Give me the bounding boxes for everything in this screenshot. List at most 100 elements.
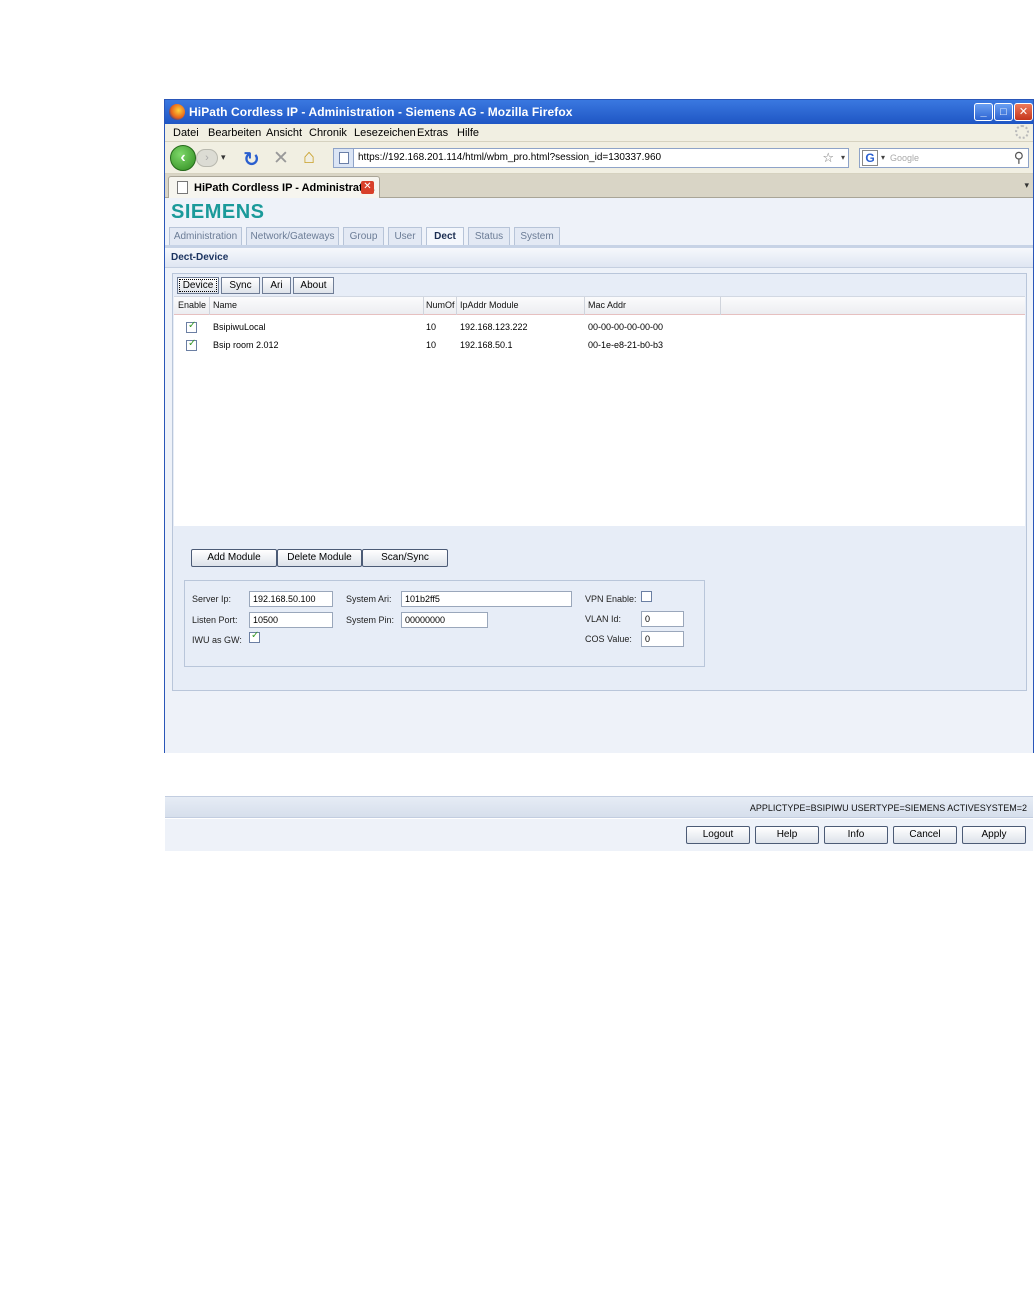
siemens-logo: SIEMENS (171, 201, 265, 223)
menu-ansicht[interactable]: Ansicht (266, 127, 302, 139)
browser-tab[interactable]: HiPath Cordless IP - Administrati... ✕ (168, 176, 380, 198)
server-ip-label: Server Ip: (192, 594, 232, 604)
subtab-sync[interactable]: Sync (221, 277, 260, 294)
module-mac: 00-00-00-00-00-00 (588, 322, 664, 332)
loading-throbber-icon (1015, 125, 1029, 139)
close-window-button[interactable]: ✕ (1014, 103, 1033, 121)
settings-group: Server Ip: 192.168.50.100 Listen Port: 1… (184, 580, 705, 667)
system-ari-input[interactable]: 101b2ff5 (401, 591, 572, 607)
device-panel: Device Sync Ari About Enable Name NumOf … (172, 273, 1027, 691)
bookmark-star-icon[interactable]: ☆ (822, 150, 834, 166)
module-name: BsipiwuLocal (213, 322, 266, 332)
page-identity-icon[interactable] (334, 149, 354, 167)
search-icon[interactable]: ⚲ (1014, 149, 1024, 166)
system-ari-label: System Ari: (346, 594, 392, 604)
forward-arrow-icon[interactable]: › (196, 149, 218, 167)
vlan-id-label: VLAN Id: (585, 614, 622, 624)
cos-value-input[interactable]: 0 (641, 631, 684, 647)
module-table: Enable Name NumOf IpAddr Module Mac Addr… (174, 296, 1025, 526)
column-divider (209, 297, 210, 315)
menu-bearbeiten[interactable]: Bearbeiten (208, 127, 261, 139)
scan-sync-button[interactable]: Scan/Sync (362, 549, 448, 567)
tab-administration[interactable]: Administration (169, 227, 242, 245)
vpn-enable-label: VPN Enable: (585, 594, 637, 604)
address-bar[interactable]: https://192.168.201.114/html/wbm_pro.htm… (333, 148, 849, 168)
tab-status[interactable]: Status (468, 227, 510, 245)
status-bar: APPLICTYPE=BSIPIWU USERTYPE=SIEMENS ACTI… (165, 796, 1033, 818)
iwu-gw-checkbox[interactable] (249, 630, 260, 643)
iwu-gw-label: IWU as GW: (192, 635, 242, 645)
home-icon[interactable]: ⌂ (303, 146, 315, 169)
url-text[interactable]: https://192.168.201.114/html/wbm_pro.htm… (358, 152, 661, 163)
tab-group[interactable]: Group (343, 227, 384, 245)
search-bar[interactable]: G ▾ Google ⚲ (859, 148, 1029, 168)
tab-list-dropdown-icon[interactable]: ▾ (1024, 180, 1029, 191)
col-ipaddr[interactable]: IpAddr Module (460, 300, 519, 310)
col-name[interactable]: Name (213, 300, 237, 310)
subtab-ari[interactable]: Ari (262, 277, 291, 294)
section-title: Dect-Device (171, 252, 229, 263)
module-mac: 00-1e-e8-21-b0-b3 (588, 340, 664, 350)
cancel-button[interactable]: Cancel (893, 826, 957, 844)
tab-dect[interactable]: Dect (426, 227, 464, 245)
menu-chronik[interactable]: Chronik (309, 127, 347, 139)
module-numof: 10 (426, 340, 437, 350)
listen-port-input[interactable]: 10500 (249, 612, 333, 628)
apply-button[interactable]: Apply (962, 826, 1026, 844)
window-title: HiPath Cordless IP - Administration - Si… (189, 105, 573, 119)
minimize-button[interactable]: _ (974, 103, 993, 121)
reload-icon[interactable]: ↻ (243, 147, 260, 172)
browser-window: HiPath Cordless IP - Administration - Si… (164, 99, 1034, 851)
server-ip-input[interactable]: 192.168.50.100 (249, 591, 333, 607)
menu-lesezeichen[interactable]: Lesezeichen (354, 127, 416, 139)
subtab-device[interactable]: Device (177, 277, 219, 294)
enable-checkbox[interactable] (186, 320, 197, 333)
menu-bar: Datei Bearbeiten Ansicht Chronik Lesezei… (165, 124, 1033, 142)
web-content: SIEMENS Administration Network/Gateways … (165, 198, 1033, 851)
module-name: Bsip room 2.012 (213, 340, 279, 350)
status-text: APPLICTYPE=BSIPIWU USERTYPE=SIEMENS ACTI… (749, 803, 1027, 813)
url-dropdown-icon[interactable]: ▾ (841, 153, 845, 162)
module-ip: 192.168.123.222 (460, 322, 528, 332)
listen-port-label: Listen Port: (192, 615, 238, 625)
column-divider (584, 297, 585, 315)
section-header: Dect-Device (165, 248, 1033, 268)
firefox-icon (169, 104, 185, 120)
table-row[interactable]: BsipiwuLocal 10 192.168.123.222 00-00-00… (174, 318, 1025, 336)
browser-tab-strip: HiPath Cordless IP - Administrati... ✕ ▾ (165, 174, 1033, 198)
engine-dropdown-icon[interactable]: ▾ (881, 153, 885, 162)
col-enable[interactable]: Enable (178, 300, 208, 310)
tab-user[interactable]: User (388, 227, 422, 245)
history-dropdown-icon[interactable]: ▾ (221, 152, 226, 163)
search-input[interactable]: Google (890, 153, 919, 163)
close-tab-icon[interactable]: ✕ (361, 181, 374, 194)
table-row[interactable]: Bsip room 2.012 10 192.168.50.1 00-1e-e8… (174, 336, 1025, 354)
enable-checkbox[interactable] (186, 338, 197, 351)
footer-actions: Logout Help Info Cancel Apply (165, 819, 1033, 851)
back-arrow-icon[interactable]: ‹ (170, 145, 196, 171)
menu-extras[interactable]: Extras (417, 127, 448, 139)
col-mac[interactable]: Mac Addr (588, 300, 626, 310)
col-numof[interactable]: NumOf (426, 300, 455, 310)
delete-module-button[interactable]: Delete Module (277, 549, 362, 567)
help-button[interactable]: Help (755, 826, 819, 844)
add-module-button[interactable]: Add Module (191, 549, 277, 567)
tab-system[interactable]: System (514, 227, 560, 245)
browser-tab-title[interactable]: HiPath Cordless IP - Administrati... (194, 182, 375, 194)
google-engine-icon[interactable]: G (862, 150, 878, 166)
vlan-id-input[interactable]: 0 (641, 611, 684, 627)
info-button[interactable]: Info (824, 826, 888, 844)
vpn-enable-checkbox[interactable] (641, 591, 652, 602)
column-divider (423, 297, 424, 315)
logout-button[interactable]: Logout (686, 826, 750, 844)
stop-icon[interactable]: ✕ (273, 147, 289, 170)
menu-hilfe[interactable]: Hilfe (457, 127, 479, 139)
maximize-button[interactable]: □ (994, 103, 1013, 121)
menu-datei[interactable]: Datei (173, 127, 199, 139)
tab-network-gateways[interactable]: Network/Gateways (246, 227, 339, 245)
subtab-about[interactable]: About (293, 277, 334, 294)
page-icon (177, 181, 188, 194)
system-pin-input[interactable]: 00000000 (401, 612, 488, 628)
title-bar: HiPath Cordless IP - Administration - Si… (165, 100, 1033, 124)
column-divider (456, 297, 457, 315)
